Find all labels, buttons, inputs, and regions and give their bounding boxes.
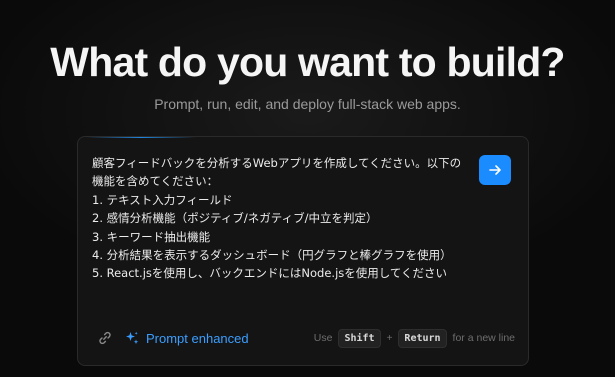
sparkles-icon: [126, 331, 139, 345]
arrow-right-icon: [489, 165, 501, 175]
hint-plus: +: [386, 332, 393, 344]
send-button[interactable]: [479, 155, 511, 185]
prompt-textarea[interactable]: 顧客フィードバックを分析するWebアプリを作成してください。以下の機能を含めてく…: [92, 154, 472, 283]
hint-use-text: Use: [313, 332, 333, 344]
hint-suffix-text: for a new line: [452, 332, 515, 344]
return-key: Return: [398, 328, 447, 348]
newline-hint: Use Shift + Return for a new line: [314, 328, 515, 348]
page-subtitle: Prompt, run, edit, and deploy full-stack…: [154, 96, 461, 112]
prompt-enhance-label: Prompt enhanced: [146, 330, 249, 346]
prompt-card: 顧客フィードバックを分析するWebアプリを作成してください。以下の機能を含めてく…: [77, 136, 529, 366]
shift-key: Shift: [338, 328, 381, 348]
card-edge-glow: [86, 137, 196, 138]
prompt-footer: Prompt enhanced Use Shift + Return for a…: [78, 313, 528, 365]
page-title: What do you want to build?: [50, 39, 565, 85]
prompt-enhance-button[interactable]: Prompt enhanced: [124, 327, 249, 349]
link-icon: [99, 331, 111, 345]
attach-link-button[interactable]: [94, 327, 116, 349]
